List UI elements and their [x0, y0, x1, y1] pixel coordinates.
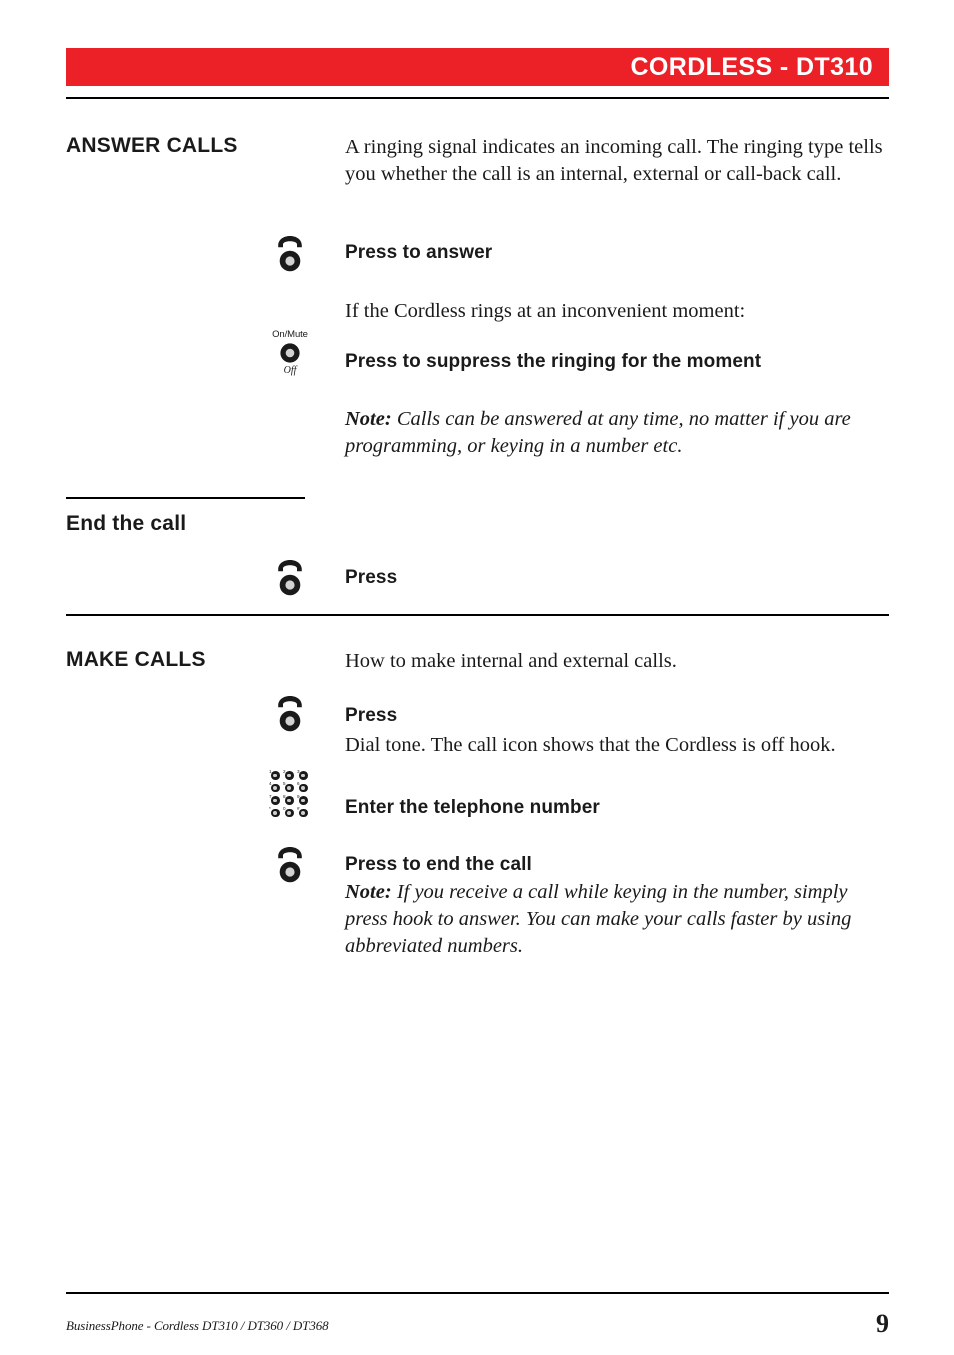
answer-calls-step2-label: Press to suppress the ringing for the mo… [345, 351, 762, 372]
keypad-key-disc [285, 783, 294, 793]
keypad-key: 4 [269, 781, 283, 795]
keypad-key: 1 [269, 769, 283, 782]
make-calls-note-text: If you receive a call while keying in th… [345, 881, 852, 957]
hook-button-glyph [278, 560, 302, 596]
section-title-make-calls: MAKE CALLS [66, 648, 206, 671]
keypad-key-disc [271, 808, 280, 818]
keypad-key-disc [299, 771, 308, 780]
mute-button-disc [280, 342, 300, 363]
keypad-key: 8 [283, 794, 297, 807]
hook-button-icon[interactable] [255, 845, 325, 883]
keypad-key: 3 [297, 769, 311, 782]
keypad-key-disc [299, 808, 308, 818]
keypad-key-disc [271, 783, 280, 793]
hook-button-icon[interactable] [255, 694, 325, 732]
keypad-key-disc [299, 796, 308, 805]
keypad-key-disc [285, 771, 294, 780]
make-calls-divider [66, 614, 889, 616]
page-header-bar: CORDLESS - DT310 [66, 48, 889, 86]
keypad-glyph: 1 2 3 4 5 6 7 8 9 * 0 # [269, 769, 311, 819]
keypad-key-disc [271, 771, 280, 780]
page-number: 9 [876, 1309, 889, 1338]
hook-button-glyph [278, 696, 302, 732]
mute-button-glyph: On/Mute Off [272, 330, 308, 376]
make-calls-step2-label: Enter the telephone number [345, 797, 600, 818]
make-calls-step1-sub: Dial tone. The call icon shows that the … [345, 734, 836, 756]
answer-calls-mid-text: If the Cordless rings at an inconvenient… [345, 300, 746, 322]
keypad-icon[interactable]: 1 2 3 4 5 6 7 8 9 * 0 # [255, 769, 325, 819]
hook-button-glyph [278, 847, 302, 883]
mute-icon-bottom-label: Off [283, 364, 297, 376]
keypad-key-disc [285, 808, 294, 818]
header-divider [66, 97, 889, 99]
footer-divider [66, 1292, 889, 1294]
keypad-key: 6 [297, 781, 311, 795]
hook-button-icon[interactable] [255, 558, 325, 596]
end-the-call-divider [66, 497, 305, 499]
make-calls-step3-label: Press to end the call [345, 854, 532, 875]
footer-caption: BusinessPhone - Cordless DT310 / DT360 /… [66, 1318, 329, 1333]
page-header-title: CORDLESS - DT310 [630, 52, 873, 81]
hook-button-icon[interactable] [255, 234, 325, 272]
keypad-key: 0 [283, 806, 297, 820]
answer-calls-step1-label: Press to answer [345, 242, 493, 263]
make-calls-note-prefix: Note: [345, 881, 392, 903]
make-calls-intro: How to make internal and external calls. [345, 650, 677, 672]
keypad-key: * [269, 806, 283, 820]
answer-calls-note-prefix: Note: [345, 408, 392, 430]
mute-button-icon[interactable]: On/Mute Off [255, 330, 325, 376]
keypad-key-disc [285, 796, 294, 805]
end-the-call-step1-label: Press [345, 567, 398, 588]
keypad-key: 2 [283, 769, 297, 782]
keypad-key: 9 [297, 794, 311, 807]
keypad-key-number: * [269, 806, 271, 811]
make-calls-note: Note: If you receive a call while keying… [345, 879, 893, 960]
section-title-end-the-call: End the call [66, 512, 187, 535]
answer-calls-note-text: Calls can be answered at any time, no ma… [345, 408, 851, 457]
hook-button-glyph [278, 236, 302, 272]
answer-calls-intro: A ringing signal indicates an incoming c… [345, 136, 883, 185]
mute-icon-top-label: On/Mute [272, 329, 308, 340]
keypad-key: 5 [283, 781, 297, 795]
section-title-answer-calls: ANSWER CALLS [66, 134, 238, 157]
answer-calls-note: Note: Calls can be answered at any time,… [345, 406, 893, 460]
keypad-key: 7 [269, 794, 283, 807]
keypad-key-disc [299, 783, 308, 793]
keypad-key: # [297, 806, 311, 820]
make-calls-step1-label: Press [345, 705, 398, 726]
document-page: CORDLESS - DT310 ANSWER CALLS A ringing … [0, 0, 954, 1355]
keypad-key-disc [271, 796, 280, 805]
